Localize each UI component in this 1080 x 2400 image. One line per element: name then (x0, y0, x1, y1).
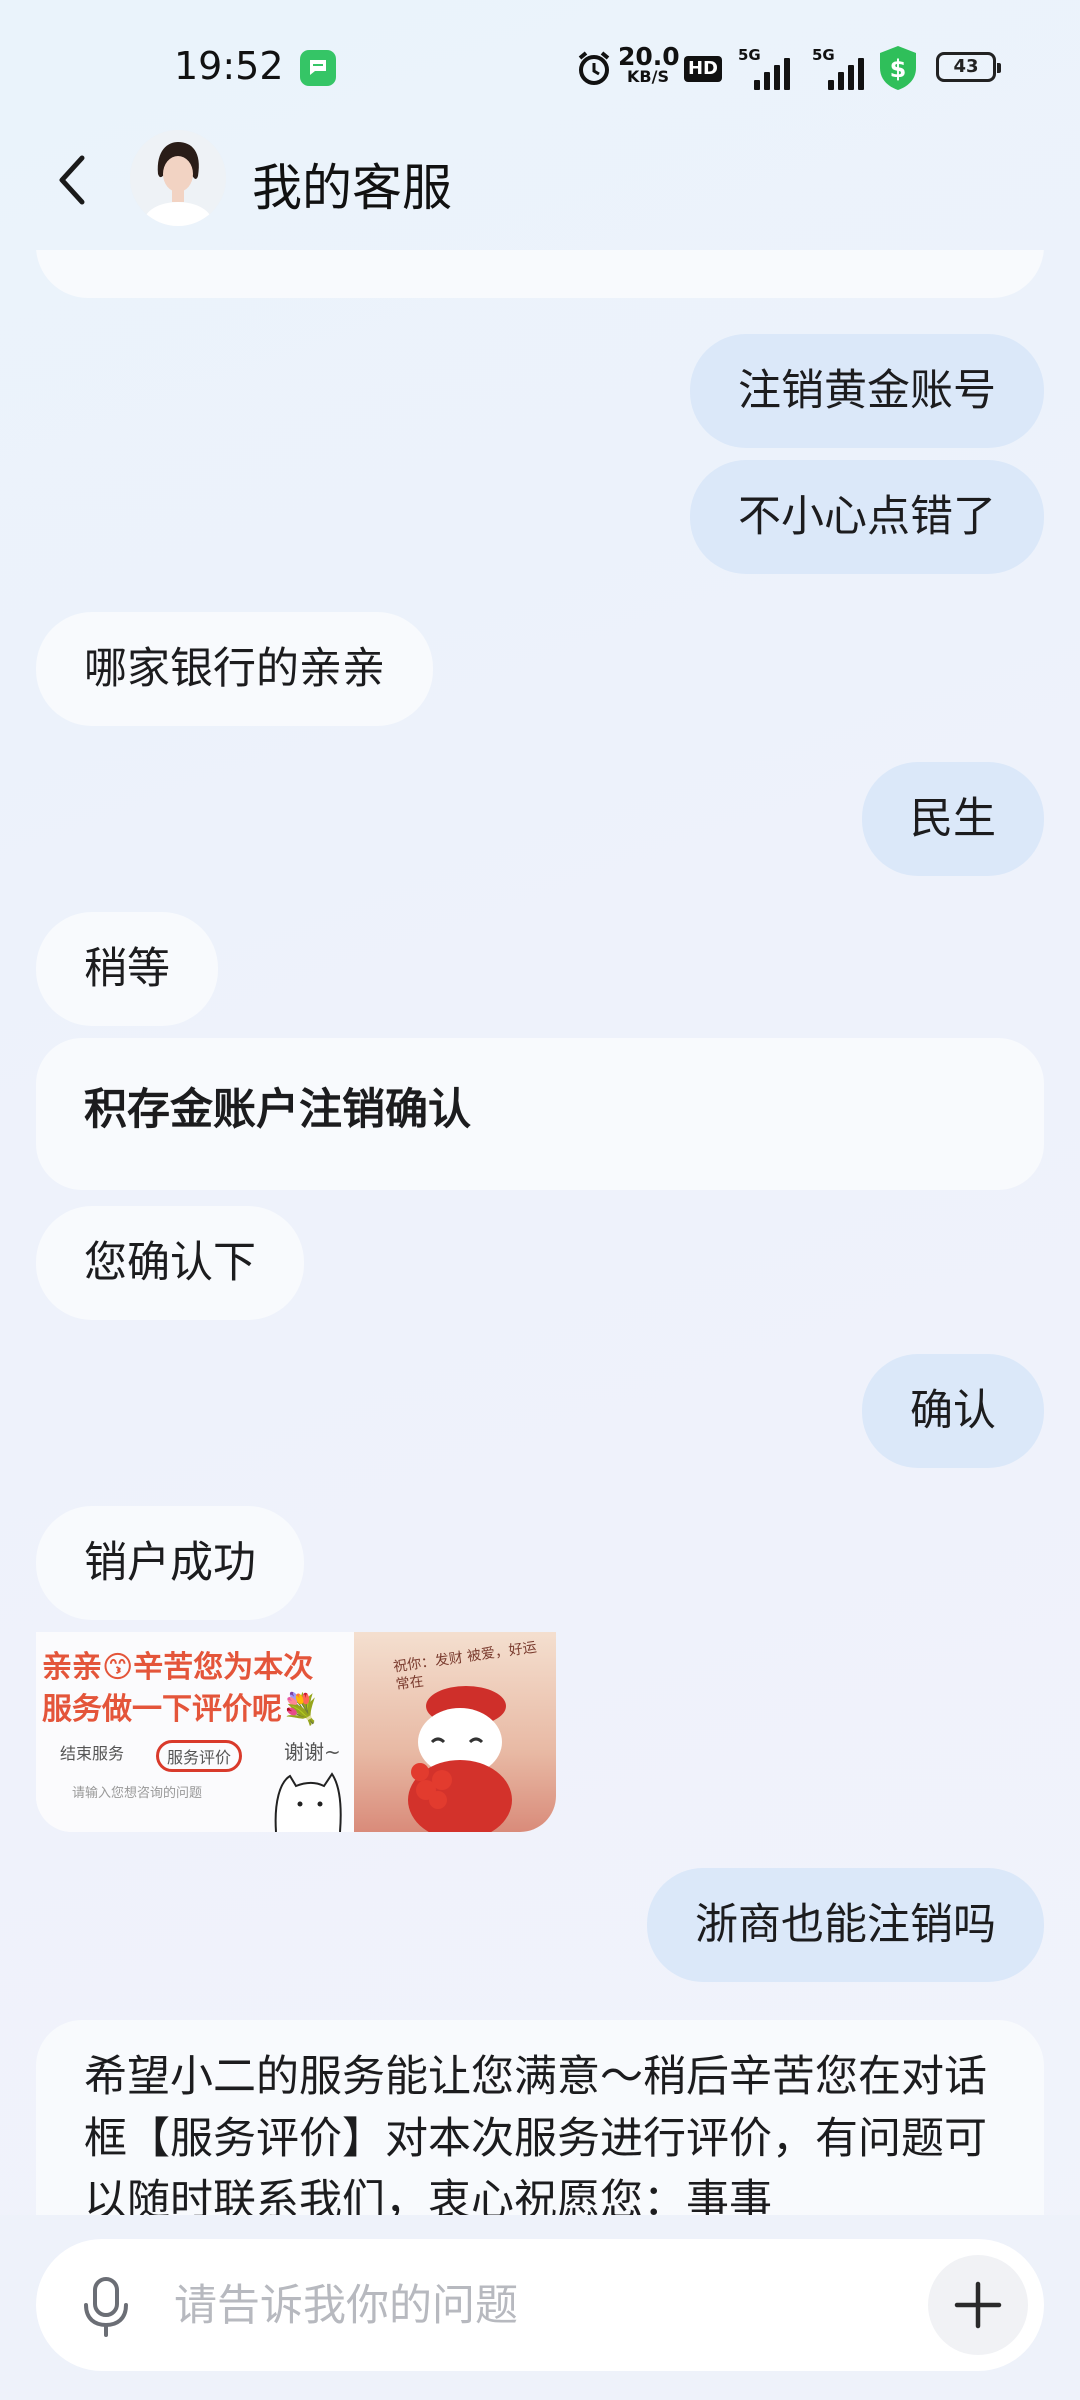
sticker-image-message[interactable]: 亲亲😙辛苦您为本次 服务做一下评价呢💐 结束服务 服务评价 谢谢~ 请输入您想咨… (36, 1632, 556, 1832)
sticker-input-hint: 请输入您想咨询的问题 (72, 1786, 203, 1801)
chat-message-list[interactable]: 方呢。 注销黄金账号 不小心点错了 哪家银行的亲亲 民生 稍等 积存金账户注销确… (0, 250, 1080, 2215)
sticker-thanks-label: 谢谢~ (284, 1740, 341, 1764)
hd-icon: HD (684, 56, 722, 82)
shield-icon: $ (876, 44, 920, 96)
chat-header: 我的客服 (0, 130, 1080, 250)
message-bubble-incoming: 销户成功 (36, 1506, 304, 1620)
input-bar (36, 2239, 1044, 2371)
message-bubble-incoming: 您确认下 (36, 1206, 304, 1320)
back-button[interactable] (40, 148, 104, 212)
message-bubble-incoming: 希望小二的服务能让您满意～稍后辛苦您在对话框【服务评价】对本次服务进行评价，有问… (36, 2020, 1044, 2215)
message-bubble-incoming: 稍等 (36, 912, 218, 1026)
sticker-rate-service-label: 服务评价 (156, 1740, 243, 1772)
battery-level: 43 (953, 56, 979, 77)
cat-doodle-icon (274, 1772, 342, 1832)
sticker-end-service-label: 结束服务 (60, 1744, 125, 1763)
message-bubble-outgoing: 浙商也能注销吗 (647, 1868, 1044, 1982)
status-time: 19:52 (174, 44, 284, 88)
message-bubble-outgoing: 确认 (862, 1354, 1044, 1468)
alarm-icon (574, 48, 614, 92)
cat-with-flowers-icon (408, 1686, 512, 1832)
message-bubble-incoming: 方呢。 (36, 250, 1044, 298)
avatar[interactable] (130, 130, 226, 226)
mic-icon[interactable] (78, 2275, 134, 2343)
network-speed: 20.0 KB/S (618, 42, 680, 86)
plus-icon (954, 2281, 1002, 2329)
message-bubble-outgoing: 注销黄金账号 (690, 334, 1044, 448)
network-speed-value: 20.0 (618, 42, 680, 71)
sticker-text-line1: 亲亲😙辛苦您为本次 (42, 1650, 314, 1685)
sticker-right-panel: 祝你：发财 被爱，好运常在 (354, 1632, 556, 1832)
message-input[interactable] (172, 2269, 936, 2343)
sticker-left-panel: 亲亲😙辛苦您为本次 服务做一下评价呢💐 结束服务 服务评价 谢谢~ 请输入您想咨… (36, 1632, 354, 1832)
battery-icon: 43 (936, 52, 1001, 82)
network-speed-unit: KB/S (627, 67, 669, 86)
input-area (0, 2215, 1080, 2400)
chevron-left-icon (59, 155, 85, 205)
status-bar: 19:52 20.0 KB/S HD 5G 5G $ 43 (0, 0, 1080, 130)
message-notification-icon (300, 50, 336, 86)
page-title: 我的客服 (252, 159, 452, 217)
sticker-text-line2: 服务做一下评价呢💐 (42, 1692, 320, 1727)
plus-button[interactable] (928, 2255, 1028, 2355)
message-bubble-outgoing: 不小心点错了 (690, 460, 1044, 574)
message-bubble-outgoing: 民生 (862, 762, 1044, 876)
message-card-confirmation[interactable]: 积存金账户注销确认 (36, 1038, 1044, 1190)
message-bubble-incoming: 哪家银行的亲亲 (36, 612, 433, 726)
svg-text:$: $ (890, 55, 907, 83)
